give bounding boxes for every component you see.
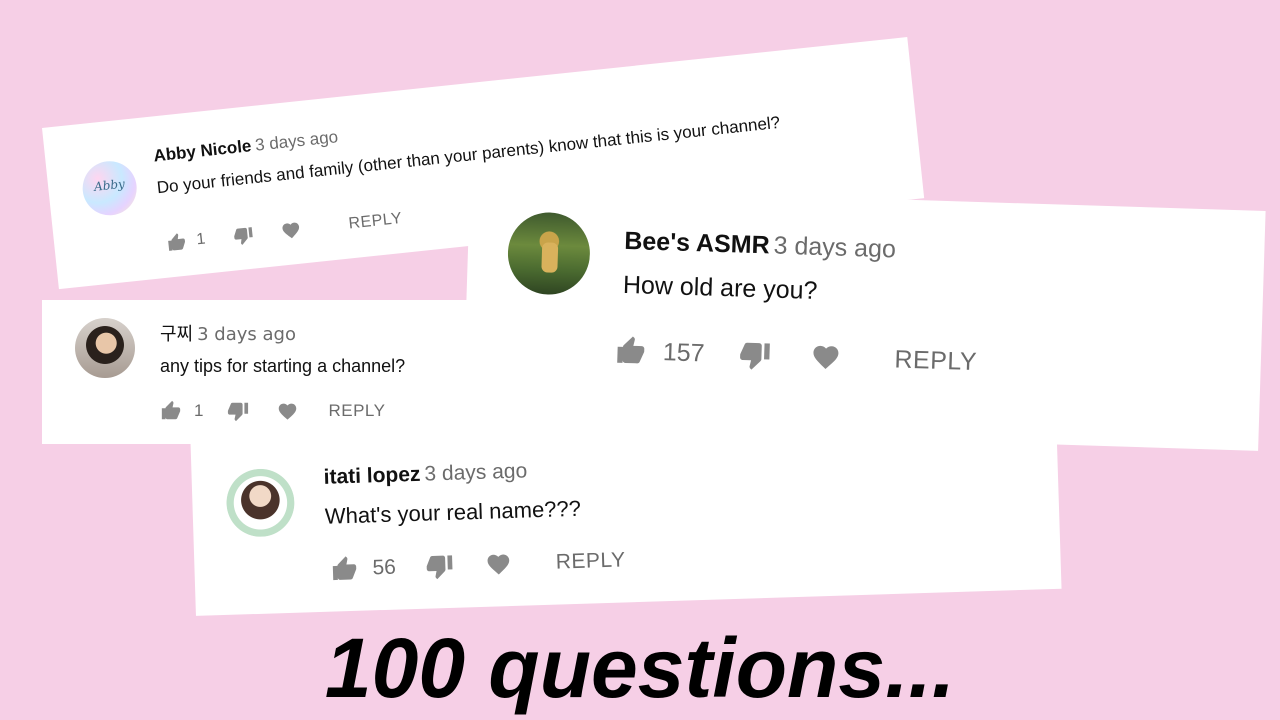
like-count: 157 [662, 337, 706, 367]
comment-text: What's your real name??? [324, 495, 582, 529]
thumb-up-icon[interactable] [330, 555, 359, 584]
comment-author[interactable]: 구찌 3 days ago [160, 320, 296, 346]
pastel-avatar-icon[interactable]: Abby [79, 158, 140, 218]
thumb-up-icon[interactable] [160, 400, 182, 422]
portrait-photo-avatar[interactable] [75, 318, 135, 378]
comment-time[interactable]: 3 days ago [773, 232, 896, 264]
comment-time[interactable]: 3 days ago [254, 127, 339, 155]
comment-card: itati lopez 3 days ago What's your real n… [190, 398, 1062, 616]
comment-time[interactable]: 3 days ago [197, 324, 296, 345]
heart-icon[interactable] [280, 220, 302, 242]
comment-actions: 1 REPLY [166, 209, 403, 254]
thumb-up-icon[interactable] [166, 232, 188, 254]
thumb-up-icon[interactable] [614, 335, 647, 368]
like-count: 56 [372, 555, 397, 580]
illustrated-girl-avatar[interactable] [225, 467, 296, 538]
author-name[interactable]: 구찌 [160, 324, 193, 345]
heart-icon[interactable] [485, 551, 512, 578]
comment-author[interactable]: itati lopez 3 days ago [323, 459, 527, 489]
reply-button[interactable]: REPLY [894, 345, 977, 377]
heart-icon[interactable] [810, 342, 841, 373]
comment-text: How old are you? [622, 270, 818, 305]
reply-button[interactable]: REPLY [328, 401, 385, 421]
reply-button[interactable]: REPLY [555, 548, 626, 574]
thumb-down-icon[interactable] [738, 339, 771, 372]
author-name[interactable]: itati lopez [323, 463, 421, 489]
like-count: 1 [195, 230, 207, 249]
author-name[interactable]: Abby Nicole [153, 136, 253, 165]
thumb-down-icon[interactable] [232, 225, 254, 247]
outdoor-photo-avatar[interactable] [506, 211, 592, 296]
avatar-logo-text: Abby [93, 176, 126, 194]
headline-title: 100 questions... [324, 621, 956, 715]
comment-actions: 56 REPLY [330, 546, 626, 583]
comment-author[interactable]: Bee's ASMR 3 days ago [624, 227, 896, 265]
author-name[interactable]: Bee's ASMR [624, 227, 770, 260]
comment-actions: 1 REPLY [160, 400, 385, 422]
like-count: 1 [194, 401, 204, 420]
thumb-down-icon[interactable] [227, 400, 249, 422]
heart-icon[interactable] [277, 401, 298, 422]
comment-time[interactable]: 3 days ago [424, 459, 527, 485]
reply-button[interactable]: REPLY [348, 210, 403, 234]
thumb-down-icon[interactable] [425, 552, 454, 581]
comment-text: any tips for starting a channel? [160, 356, 406, 376]
comment-actions: 157 REPLY [614, 335, 978, 378]
